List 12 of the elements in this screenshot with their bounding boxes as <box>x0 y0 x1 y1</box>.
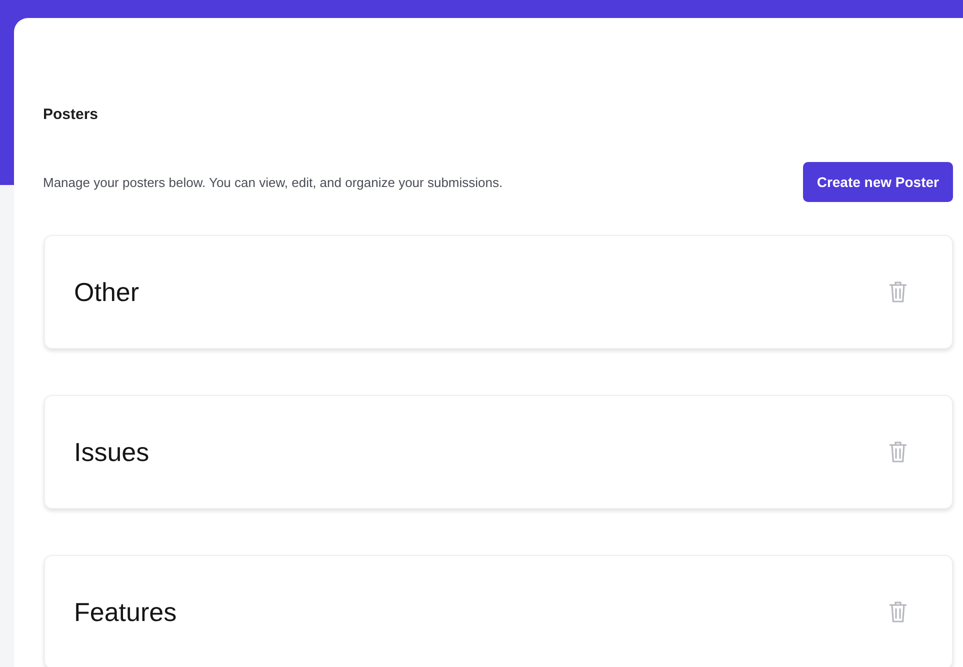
poster-card[interactable]: Features <box>44 555 953 667</box>
poster-title: Features <box>74 596 177 628</box>
trash-icon[interactable] <box>888 600 908 624</box>
poster-title: Other <box>74 276 140 308</box>
poster-card[interactable]: Issues <box>44 395 953 509</box>
page-description: Manage your posters below. You can view, edit, and organize your submissions. <box>43 174 503 190</box>
trash-icon[interactable] <box>888 440 908 464</box>
poster-card[interactable]: Other <box>44 235 953 349</box>
trash-icon[interactable] <box>888 280 908 304</box>
page-title: Posters <box>43 106 100 123</box>
poster-title: Issues <box>74 436 150 468</box>
create-poster-button[interactable]: Create new Poster <box>802 162 953 202</box>
